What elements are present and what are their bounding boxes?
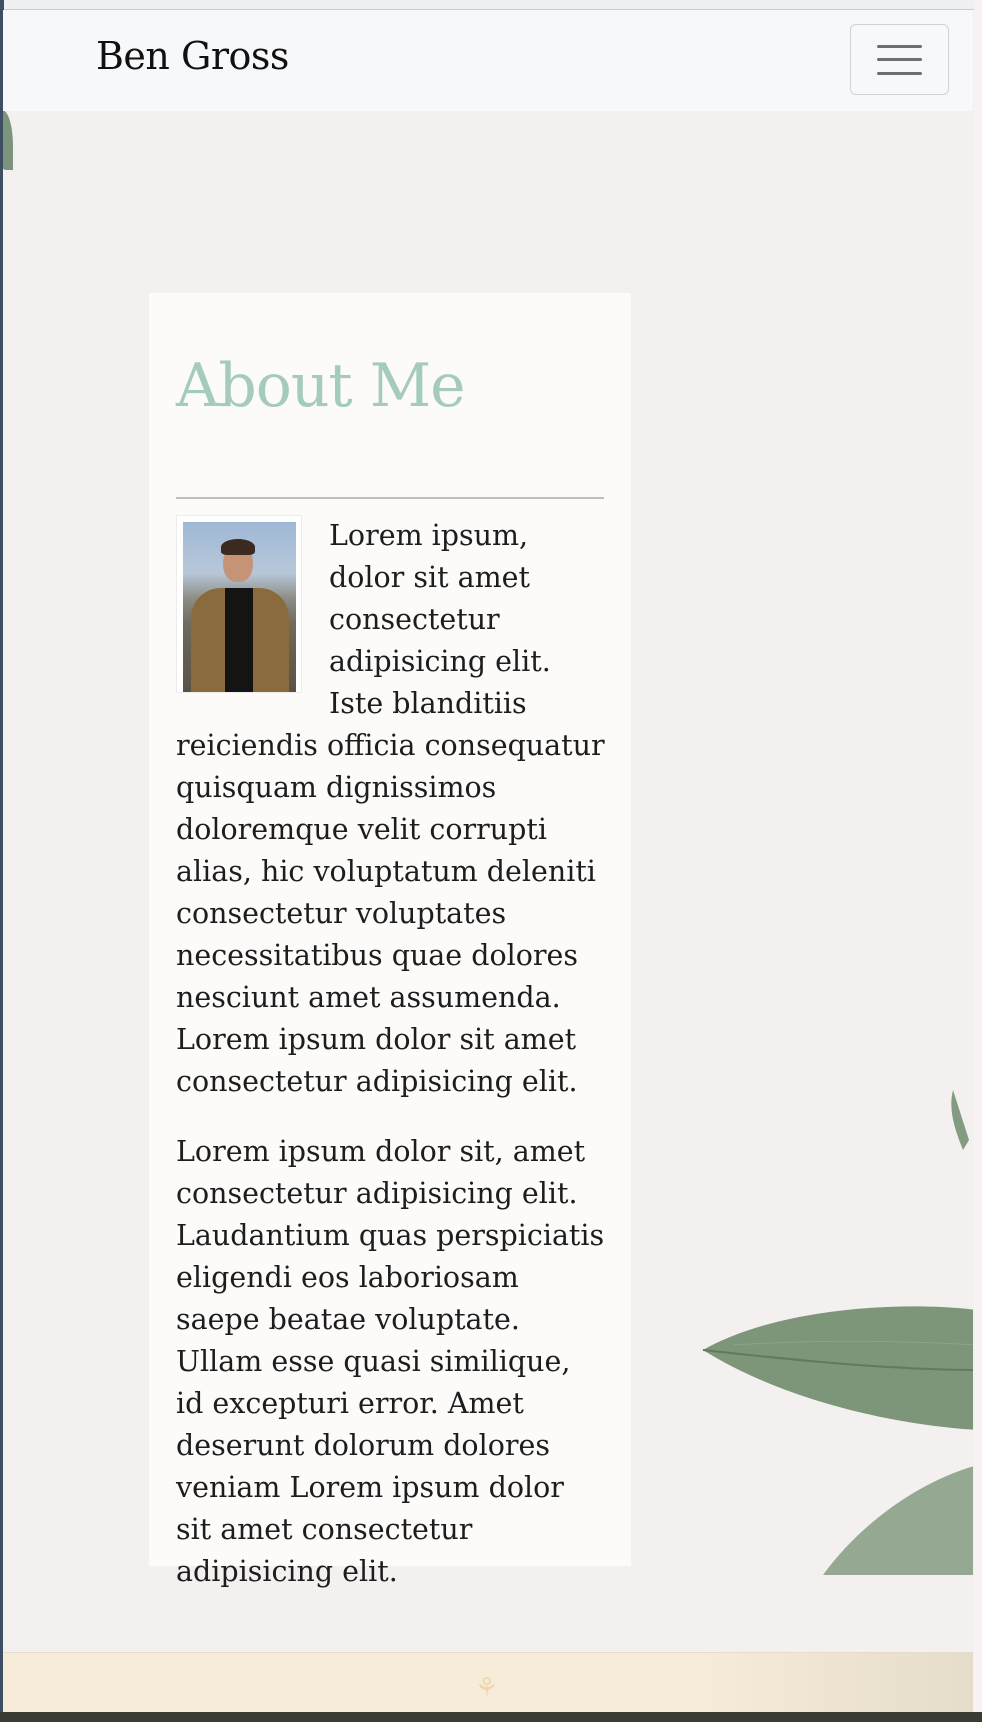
- leaf-decoration-left: [3, 110, 13, 170]
- about-paragraph-2: Lorem ipsum dolor sit, amet consectetur …: [176, 1135, 605, 1588]
- avatar: [183, 522, 296, 692]
- brand-logo-text[interactable]: Ben Gross: [96, 34, 289, 78]
- title-divider: [176, 497, 604, 499]
- top-navbar: Ben Gross: [3, 10, 973, 111]
- window-bottom-edge: [0, 1712, 982, 1722]
- page-title: About Me: [176, 351, 466, 421]
- about-card: About Me Lorem ipsum, dolor sit amet con…: [149, 293, 631, 1588]
- navbar-toggle-button[interactable]: [850, 24, 949, 95]
- avatar-frame: [176, 515, 302, 693]
- page-viewport: Ben Gross About Me Lorem ipsum, dolor si…: [3, 10, 973, 1722]
- window-top-edge: [0, 0, 982, 10]
- leaf-decoration-right: [702, 1090, 973, 1575]
- leaf-icon: ⚘: [475, 1673, 499, 1703]
- window-right-edge: [974, 0, 982, 1722]
- about-body: Lorem ipsum, dolor sit amet consectetur …: [176, 515, 606, 1621]
